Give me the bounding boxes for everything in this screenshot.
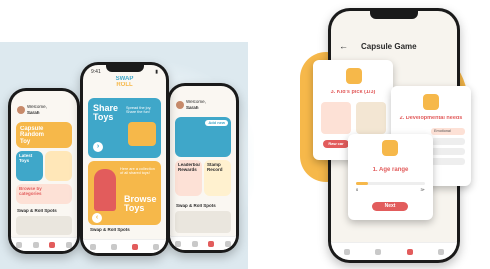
browse-title: Browse Toys xyxy=(124,195,157,214)
home-icon[interactable] xyxy=(175,240,182,247)
search-icon[interactable] xyxy=(191,240,198,247)
blue-banner-card[interactable]: Add new xyxy=(175,117,231,157)
browse-categories-card[interactable]: Browse by categories xyxy=(16,184,72,204)
profile-icon[interactable] xyxy=(224,240,231,247)
user-name: Sarah xyxy=(27,111,40,115)
swap-spots-heading: Swap & Roll Spots xyxy=(17,209,57,213)
arrow-right-icon[interactable]: › xyxy=(93,142,103,152)
avatar xyxy=(17,106,25,114)
back-button[interactable]: ← xyxy=(339,41,348,51)
swap-icon[interactable] xyxy=(131,243,138,250)
phone-notch xyxy=(105,65,144,72)
home-icon[interactable] xyxy=(90,243,97,250)
search-icon[interactable] xyxy=(375,248,382,255)
stamp-record-card[interactable]: Stamp Record xyxy=(204,160,231,196)
raw-car-button[interactable]: Raw car xyxy=(323,140,349,148)
arrow-left-icon[interactable]: ‹ xyxy=(92,213,102,223)
age-range-title: 1. Age range xyxy=(372,167,409,173)
logo-line-2: ROLL xyxy=(116,82,133,89)
latest-toys-card[interactable]: Latest Toys xyxy=(16,151,43,181)
greeting-text: Welcome, xyxy=(27,105,47,109)
phone-notch xyxy=(370,11,418,19)
browse-categories-label: Browse by categories xyxy=(19,187,42,196)
phone-screen: 9:41 ▮ SWAP ROLL Share Toys Spread the j… xyxy=(83,65,166,253)
hand-pointer-icon xyxy=(346,68,362,84)
age-range-card[interactable]: 1. Age range 0 3+ Next xyxy=(348,134,433,220)
stamp-record-label: Stamp Record xyxy=(207,163,223,172)
next-button[interactable]: Next xyxy=(372,202,408,211)
sparkle-person-icon xyxy=(423,94,439,110)
share-desc: Spread the joy, Share the fun! xyxy=(126,106,152,114)
share-title: Share Toys xyxy=(93,104,119,123)
avatar xyxy=(176,101,184,109)
age-min-label: 0 xyxy=(356,188,359,192)
showcase-stage: Welcome, Sarah Capsule Random Toy Latest… xyxy=(0,0,490,269)
stacking-toy-illustration xyxy=(94,169,116,211)
kids-pick-title: 3. Kid's pick (1/3) xyxy=(330,90,376,95)
swap-icon[interactable] xyxy=(406,248,413,255)
clock-text: 9:41 xyxy=(91,69,101,75)
age-slider[interactable] xyxy=(356,182,425,185)
browse-toys-card[interactable]: Here are a collection of all shared toys… xyxy=(88,161,161,225)
phone-screen: Welcome, Sarah Add new Leaderboard Rewar… xyxy=(170,86,236,250)
swap-roll-logo: SWAP ROLL xyxy=(83,76,166,89)
swap-icon[interactable] xyxy=(49,241,56,248)
emotional-option[interactable]: Emotional xyxy=(431,128,465,135)
dev-option-row[interactable] xyxy=(431,138,465,145)
greeting-text: Welcome, xyxy=(186,100,206,104)
profile-icon[interactable] xyxy=(152,243,159,250)
battery-icon: ▮ xyxy=(155,69,158,75)
age-max-label: 3+ xyxy=(420,188,425,192)
user-name: Sarah xyxy=(186,106,199,110)
teddy-bear-option[interactable] xyxy=(356,102,386,134)
dev-option-row[interactable] xyxy=(431,158,465,165)
home-icon[interactable] xyxy=(16,241,23,248)
profile-icon[interactable] xyxy=(438,248,445,255)
leaderboard-label: Leaderboard Rewards xyxy=(178,163,200,172)
phone-home-screen: Welcome, Sarah Capsule Random Toy Latest… xyxy=(8,88,80,254)
bottom-nav xyxy=(170,236,236,250)
capsule-random-toy-card[interactable]: Capsule Random Toy xyxy=(16,122,72,148)
bottom-nav xyxy=(11,237,77,251)
latest-toys-label: Latest Toys xyxy=(19,154,33,163)
search-icon[interactable] xyxy=(32,241,39,248)
share-toys-card[interactable]: Share Toys Spread the joy, Share the fun… xyxy=(88,98,161,158)
race-car-option[interactable] xyxy=(321,102,351,134)
page-title: Capsule Game xyxy=(361,43,417,51)
phone-rewards-screen: Welcome, Sarah Add new Leaderboard Rewar… xyxy=(167,83,239,253)
toy-preview-card[interactable] xyxy=(45,151,72,181)
swap-spots-heading: Swap & Roll Spots xyxy=(90,228,130,232)
swap-spots-heading: Swap & Roll Spots xyxy=(176,204,216,208)
dev-option-row[interactable] xyxy=(431,148,465,155)
age-slider-fill xyxy=(356,182,369,185)
map-thumbnail[interactable] xyxy=(175,211,231,233)
footprints-icon xyxy=(382,140,398,156)
home-icon[interactable] xyxy=(343,248,350,255)
add-new-button[interactable]: Add new xyxy=(205,120,228,127)
map-thumbnail[interactable] xyxy=(16,216,72,235)
toy-truck-illustration xyxy=(128,122,156,146)
dev-needs-title: 2. Developmental needs xyxy=(399,116,463,121)
bottom-nav xyxy=(331,242,457,260)
search-icon[interactable] xyxy=(111,243,118,250)
phone-share-browse-screen: 9:41 ▮ SWAP ROLL Share Toys Spread the j… xyxy=(80,62,169,256)
bottom-nav xyxy=(83,239,166,253)
leaderboard-card[interactable]: Leaderboard Rewards xyxy=(175,160,202,196)
capsule-title: Capsule Random Toy xyxy=(20,126,44,145)
phone-screen: Welcome, Sarah Capsule Random Toy Latest… xyxy=(11,91,77,251)
swap-icon[interactable] xyxy=(208,240,215,247)
browse-desc: Here are a collection of all shared toys… xyxy=(120,167,155,175)
profile-icon[interactable] xyxy=(65,241,72,248)
